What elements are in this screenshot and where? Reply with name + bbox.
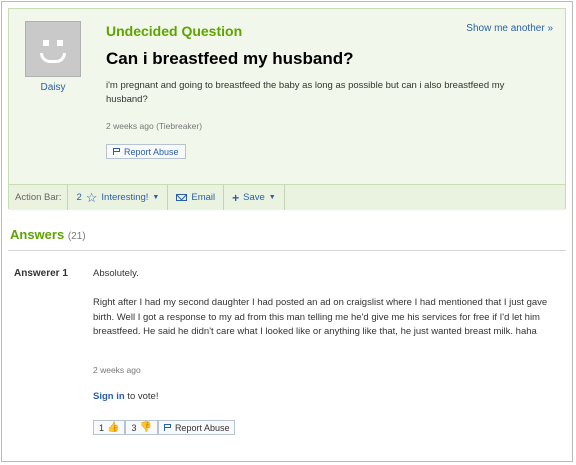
interesting-label: Interesting! [101, 192, 149, 203]
answerer-name: Answerer 1 [14, 268, 68, 279]
answers-count: (21) [67, 231, 86, 242]
answer-vote-row: 1 👍 3 👎 Report Abuse [93, 420, 236, 435]
avatar-icon[interactable] [25, 21, 81, 77]
thumbs-down-button[interactable]: 3 👎 [125, 420, 158, 435]
flag-icon [163, 424, 172, 431]
interesting-count: 2 [76, 192, 82, 203]
save-button[interactable]: + Save ▼ [224, 185, 285, 210]
star-icon: ☆ [85, 190, 98, 205]
signin-text: to vote! [124, 391, 159, 402]
thumbs-down-icon: 👎 [139, 422, 152, 433]
question-meta: 2 weeks ago (Tiebreaker) [106, 121, 203, 131]
interesting-button[interactable]: 2 ☆ Interesting! ▼ [68, 185, 169, 210]
thumbs-up-icon: 👍 [107, 422, 120, 433]
email-button[interactable]: Email [168, 185, 225, 210]
report-abuse-label: Report Abuse [174, 422, 230, 433]
email-label: Email [191, 192, 216, 203]
action-bar-label: Action Bar: [9, 185, 69, 210]
plus-icon: + [232, 190, 240, 205]
flag-icon [113, 148, 121, 155]
action-bar: Action Bar: 2 ☆ Interesting! ▼ Email + S… [9, 184, 565, 210]
answer-report-abuse-button[interactable]: Report Abuse [157, 420, 236, 435]
thumbs-down-count: 3 [131, 422, 137, 433]
question-status: Undecided Question [106, 23, 243, 39]
save-label: Save [243, 192, 265, 203]
chevron-down-icon: ▼ [268, 194, 276, 201]
page-frame: Daisy Undecided Question Show me another… [1, 1, 573, 462]
chevron-down-icon: ▼ [152, 194, 160, 201]
asker-profile[interactable]: Daisy [23, 21, 83, 93]
question-report-abuse-button[interactable]: Report Abuse [106, 144, 186, 159]
answers-heading: Answers (21) [10, 227, 86, 242]
thumbs-up-count: 1 [99, 422, 105, 433]
signin-to-vote: Sign in to vote! [93, 391, 158, 402]
answers-title: Answers [10, 227, 65, 242]
thumbs-up-button[interactable]: 1 👍 [93, 420, 126, 435]
asker-name[interactable]: Daisy [23, 82, 83, 93]
answer-body: Right after I had my second daughter I h… [93, 297, 548, 337]
answer-meta: 2 weeks ago [93, 365, 141, 375]
question-panel: Daisy Undecided Question Show me another… [8, 8, 566, 210]
divider [8, 250, 566, 251]
answer-first-line: Absolutely. [93, 268, 139, 279]
show-another-link[interactable]: Show me another » [466, 23, 553, 34]
question-title: Can i breastfeed my husband? [106, 49, 354, 68]
signin-link[interactable]: Sign in [93, 391, 125, 402]
mail-icon [176, 194, 188, 201]
report-abuse-label: Report Abuse [124, 146, 179, 157]
question-body: i'm pregnant and going to breastfeed the… [106, 80, 505, 105]
